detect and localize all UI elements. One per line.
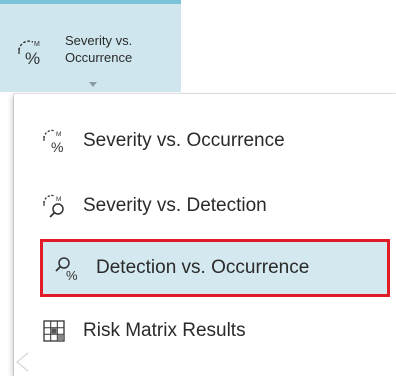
risk-matrix-icon xyxy=(43,320,65,342)
chart-type-dropdown-menu: M % Severity vs. Occurrence M Severity v… xyxy=(14,94,396,376)
menu-item-label: Severity vs. Detection xyxy=(83,195,267,216)
menu-item-severity-vs-detection[interactable]: M Severity vs. Detection xyxy=(14,177,396,235)
ribbon-button-line1: Severity vs. xyxy=(65,33,133,48)
ribbon-button-label: Severity vs. Occurrence xyxy=(65,32,132,66)
svg-text:M: M xyxy=(34,41,40,48)
menu-item-label: Risk Matrix Results xyxy=(83,320,246,341)
svg-text:M: M xyxy=(56,196,61,203)
svg-text:%: % xyxy=(51,139,63,155)
menu-item-label: Detection vs. Occurrence xyxy=(96,257,310,278)
svg-text:M: M xyxy=(56,131,61,138)
severity-occurrence-icon: M % xyxy=(43,129,63,155)
svg-text:%: % xyxy=(25,49,40,68)
menu-item-detection-vs-occurrence[interactable]: % Detection vs. Occurrence xyxy=(40,239,390,297)
detection-occurrence-icon: % xyxy=(55,257,78,282)
ribbon-button-line2: Occurrence xyxy=(65,50,133,65)
severity-vs-occurrence-ribbon-button[interactable]: M % Severity vs. Occurrence xyxy=(0,0,181,92)
chevron-down-icon[interactable] xyxy=(89,82,97,87)
menu-item-severity-vs-occurrence[interactable]: M % Severity vs. Occurrence xyxy=(14,112,396,170)
severity-detection-icon: M xyxy=(43,194,64,218)
svg-text:%: % xyxy=(66,268,78,282)
menu-item-label: Severity vs. Occurrence xyxy=(83,130,285,151)
submenu-pointer xyxy=(16,352,29,372)
severity-occurrence-icon: M % xyxy=(13,36,57,73)
menu-item-risk-matrix-results[interactable]: Risk Matrix Results xyxy=(14,302,396,360)
